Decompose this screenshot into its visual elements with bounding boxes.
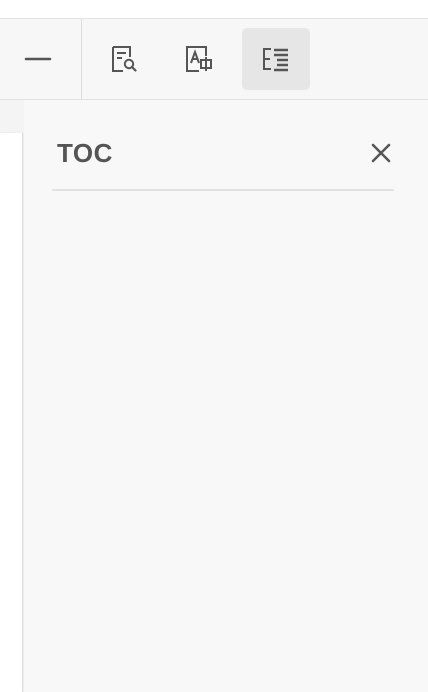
toc-toggle-button[interactable]	[242, 28, 310, 90]
window-top-strip	[0, 0, 428, 19]
toc-close-button[interactable]	[366, 138, 396, 168]
toolbar-divider	[81, 19, 82, 99]
image-add-icon	[186, 46, 212, 72]
toc-title: TOC	[57, 138, 113, 168]
document-page	[0, 133, 23, 692]
zoom-out-button[interactable]	[4, 28, 72, 90]
content-area: TOC	[0, 100, 428, 692]
insert-image-button[interactable]	[165, 28, 233, 90]
toc-divider	[52, 189, 394, 191]
minus-icon	[24, 57, 52, 61]
table-of-contents-icon	[263, 48, 288, 72]
find-in-document-button[interactable]	[89, 28, 157, 90]
toolbar	[0, 19, 428, 100]
close-icon	[371, 143, 391, 163]
toc-panel: TOC	[24, 100, 428, 692]
document-search-icon	[112, 46, 137, 72]
